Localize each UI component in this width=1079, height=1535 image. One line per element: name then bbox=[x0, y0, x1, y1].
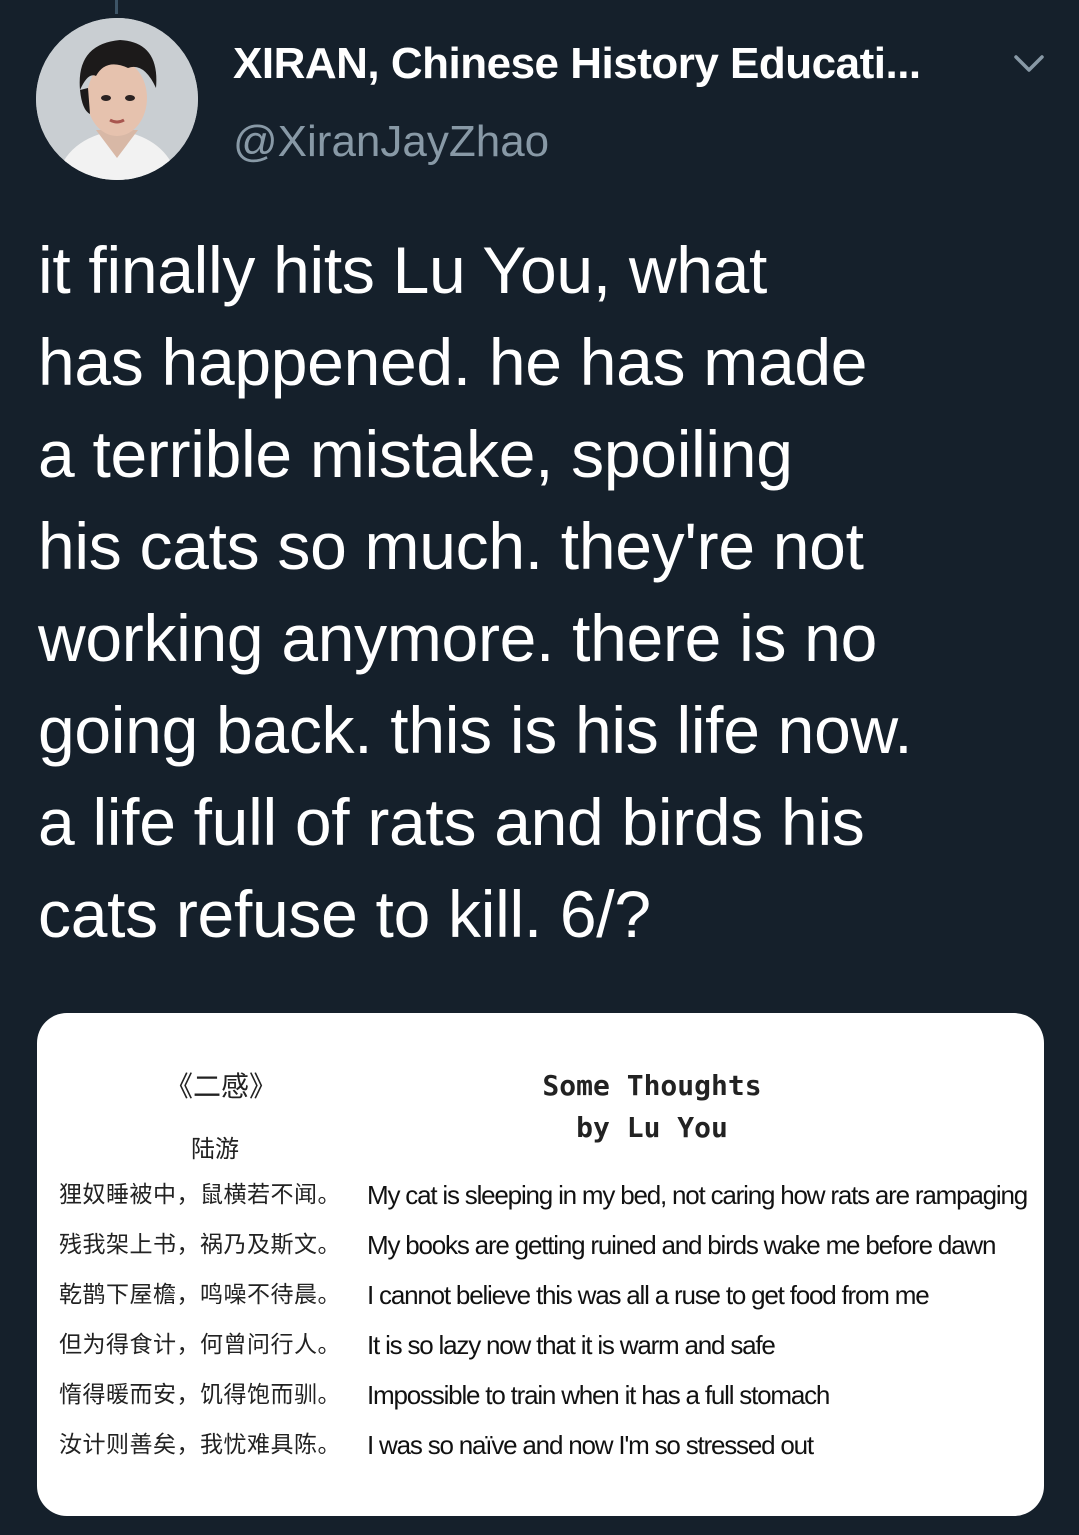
poem-english-line: It is so lazy now that it is warm and sa… bbox=[367, 1330, 776, 1360]
tweet-page: XIRAN, Chinese History Educati... @Xiran… bbox=[0, 0, 1079, 1535]
thread-connector-line bbox=[115, 0, 118, 14]
poem-english-line: I cannot believe this was all a ruse to … bbox=[367, 1280, 930, 1310]
poem-chinese-line: 汝计则善矣，我忧难具陈。 bbox=[59, 1432, 341, 1458]
poem-chinese-line: 残我架上书，祸乃及斯文。 bbox=[59, 1232, 341, 1258]
tweet-text-line: a life full of rats and birds his bbox=[38, 785, 865, 859]
poem-chinese-line: 乾鹊下屋檐，鸣噪不待晨。 bbox=[59, 1282, 341, 1308]
tweet-text-line: a terrible mistake, spoiling bbox=[38, 417, 793, 491]
author-display-name[interactable]: XIRAN, Chinese History Educati... bbox=[233, 36, 993, 92]
poem-row: 但为得食计，何曾问行人。 It is so lazy now that it is… bbox=[59, 1323, 776, 1367]
tweet-text-line: it finally hits Lu You, what bbox=[38, 233, 768, 307]
tweet-text-line: working anymore. there is no bbox=[38, 601, 877, 675]
poem-chinese-author: 陆游 bbox=[191, 1135, 239, 1163]
chevron-down-icon[interactable] bbox=[1010, 46, 1048, 80]
tweet-text-line: going back. this is his life now. bbox=[38, 693, 913, 767]
poem-row: 乾鹊下屋檐，鸣噪不待晨。 I cannot believe this was al… bbox=[59, 1273, 930, 1317]
poem-english-title: Some Thoughts by Lu You bbox=[497, 1065, 807, 1149]
poem-english-line: Impossible to train when it has a full s… bbox=[367, 1380, 830, 1410]
avatar[interactable] bbox=[36, 18, 198, 180]
poem-english-line: I was so naïve and now I'm so stressed o… bbox=[367, 1430, 814, 1460]
attached-image[interactable]: 《二感》 陆游 Some Thoughts by Lu You 狸奴睡被中，鼠横… bbox=[37, 1013, 1044, 1516]
poem-chinese-line: 但为得食计，何曾问行人。 bbox=[59, 1332, 341, 1358]
poem-row: 狸奴睡被中，鼠横若不闻。 My cat is sleeping in my bed… bbox=[59, 1173, 1028, 1217]
poem-english-title-line: Some Thoughts bbox=[542, 1069, 762, 1102]
tweet-text-line: has happened. he has made bbox=[38, 325, 868, 399]
author-handle[interactable]: @XiranJayZhao bbox=[233, 114, 549, 170]
profile-photo-icon bbox=[36, 18, 198, 180]
poem-chinese-line: 惰得暖而安，饥得饱而驯。 bbox=[59, 1382, 341, 1408]
tweet-text-line: cats refuse to kill. 6/? bbox=[38, 877, 651, 951]
poem-chinese-line: 狸奴睡被中，鼠横若不闻。 bbox=[59, 1182, 341, 1208]
poem-english-line: My books are getting ruined and birds wa… bbox=[367, 1230, 996, 1260]
poem-english-line: My cat is sleeping in my bed, not caring… bbox=[367, 1180, 1028, 1210]
poem-chinese-title: 《二感》 bbox=[165, 1070, 278, 1103]
poem-row: 惰得暖而安，饥得饱而驯。 Impossible to train when it … bbox=[59, 1373, 830, 1417]
tweet-body-text: it finally hits Lu You, what has happene… bbox=[38, 224, 1048, 960]
tweet-text-line: his cats so much. they're not bbox=[38, 509, 864, 583]
poem-row: 汝计则善矣，我忧难具陈。 I was so naïve and now I'm s… bbox=[59, 1423, 814, 1467]
poem-english-byline: by Lu You bbox=[576, 1111, 728, 1144]
poem-row: 残我架上书，祸乃及斯文。 My books are getting ruined … bbox=[59, 1223, 996, 1267]
